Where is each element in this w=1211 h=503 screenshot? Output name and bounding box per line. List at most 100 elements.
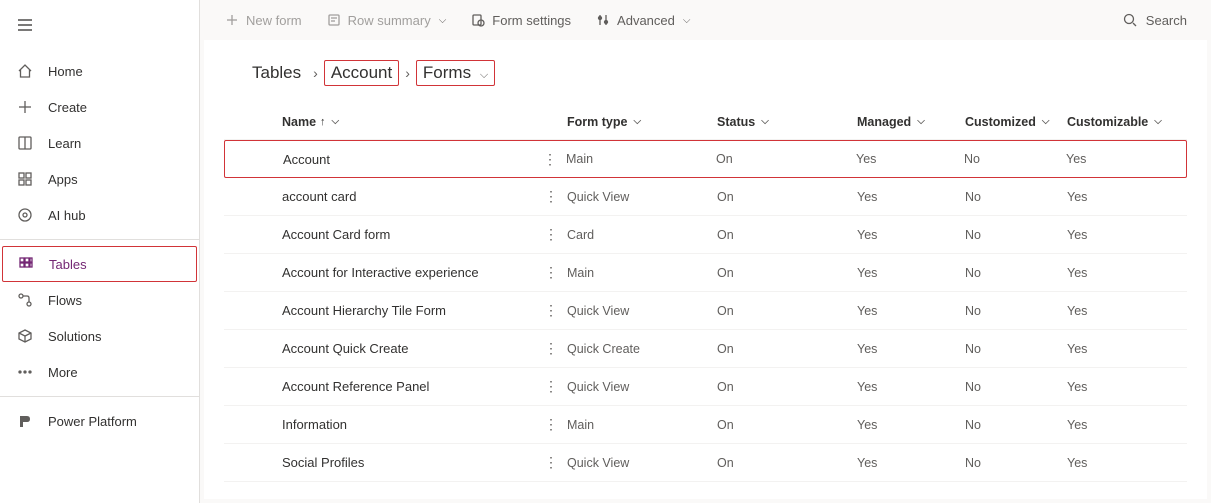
row-managed: Yes <box>857 228 965 242</box>
home-icon <box>16 62 34 80</box>
chevron-right-icon: › <box>403 65 412 81</box>
chevron-right-icon: › <box>311 65 320 81</box>
row-status: On <box>717 418 857 432</box>
chevron-down-icon: ⌵ <box>917 116 925 127</box>
sidebar-item-label: Home <box>48 64 83 79</box>
tables-icon <box>17 255 35 273</box>
table-row[interactable]: Information⋮MainOnYesNoYes <box>224 406 1187 444</box>
button-label: Row summary <box>348 13 431 28</box>
apps-icon <box>16 170 34 188</box>
column-header-formtype[interactable]: Form type ⌵ <box>567 115 717 129</box>
column-header-name[interactable]: Name ↑ ⌵ <box>282 115 535 129</box>
row-actions-button[interactable]: ⋮ <box>535 454 567 471</box>
column-header-customizable[interactable]: Customizable ⌵ <box>1067 115 1187 129</box>
column-label: Customized <box>965 115 1036 129</box>
table-row[interactable]: Account⋮MainOnYesNoYes <box>224 140 1187 178</box>
row-actions-button[interactable]: ⋮ <box>535 378 567 395</box>
sidebar-item-label: AI hub <box>48 208 86 223</box>
table-row[interactable]: account card⋮Quick ViewOnYesNoYes <box>224 178 1187 216</box>
sidebar-item-label: Tables <box>49 257 87 272</box>
table-row[interactable]: Account Card form⋮CardOnYesNoYes <box>224 216 1187 254</box>
table-row[interactable]: Account Reference Panel⋮Quick ViewOnYesN… <box>224 368 1187 406</box>
column-label: Managed <box>857 115 911 129</box>
row-status: On <box>717 342 857 356</box>
sidebar-item-home[interactable]: Home <box>0 53 199 89</box>
power-platform-icon <box>16 412 34 430</box>
breadcrumb: Tables › Account › Forms ⌵ <box>246 60 1187 86</box>
column-header-managed[interactable]: Managed ⌵ <box>857 115 965 129</box>
breadcrumb-root[interactable]: Tables <box>246 61 307 85</box>
more-icon <box>16 363 34 381</box>
row-name: Account for Interactive experience <box>282 265 535 280</box>
new-form-button[interactable]: New form <box>216 8 310 32</box>
table-row[interactable]: Social Profiles⋮Quick ViewOnYesNoYes <box>224 444 1187 482</box>
row-managed: Yes <box>857 380 965 394</box>
row-status: On <box>717 228 857 242</box>
row-customizable: Yes <box>1067 456 1187 470</box>
sidebar: Home Create Learn Apps AI hub Tables <box>0 0 200 503</box>
row-actions-button[interactable]: ⋮ <box>535 416 567 433</box>
column-label: Form type <box>567 115 627 129</box>
sidebar-item-learn[interactable]: Learn <box>0 125 199 161</box>
column-header-status[interactable]: Status ⌵ <box>717 115 857 129</box>
sidebar-item-flows[interactable]: Flows <box>0 282 199 318</box>
book-icon <box>16 134 34 152</box>
hamburger-button[interactable] <box>0 8 199 45</box>
row-status: On <box>716 152 856 166</box>
row-customized: No <box>965 380 1067 394</box>
divider <box>0 239 199 240</box>
row-actions-button[interactable]: ⋮ <box>534 151 566 168</box>
row-actions-button[interactable]: ⋮ <box>535 340 567 357</box>
table-row[interactable]: Account Hierarchy Tile Form⋮Quick ViewOn… <box>224 292 1187 330</box>
row-customizable: Yes <box>1067 418 1187 432</box>
breadcrumb-entity[interactable]: Account <box>324 60 399 86</box>
row-customizable: Yes <box>1067 266 1187 280</box>
column-header-customized[interactable]: Customized ⌵ <box>965 115 1067 129</box>
row-formtype: Quick View <box>567 456 717 470</box>
row-status: On <box>717 456 857 470</box>
table-row[interactable]: Account for Interactive experience⋮MainO… <box>224 254 1187 292</box>
sidebar-item-label: Power Platform <box>48 414 137 429</box>
toolbar: New form Row summary ⌵ Form settings Adv… <box>200 0 1211 40</box>
row-formtype: Quick View <box>567 380 717 394</box>
plus-icon <box>224 12 240 28</box>
chevron-down-icon: ⌵ <box>761 116 769 127</box>
row-summary-button[interactable]: Row summary ⌵ <box>318 8 455 32</box>
chevron-down-icon: ⌵ <box>1154 116 1162 127</box>
flows-icon <box>16 291 34 309</box>
sidebar-item-solutions[interactable]: Solutions <box>0 318 199 354</box>
chevron-down-icon: ⌵ <box>439 15 447 26</box>
row-customized: No <box>965 228 1067 242</box>
row-managed: Yes <box>857 456 965 470</box>
search-button[interactable]: Search <box>1114 8 1195 32</box>
search-label: Search <box>1146 13 1187 28</box>
sidebar-item-label: Flows <box>48 293 82 308</box>
row-customized: No <box>965 342 1067 356</box>
row-formtype: Main <box>567 266 717 280</box>
advanced-button[interactable]: Advanced ⌵ <box>587 8 698 32</box>
sidebar-item-more[interactable]: More <box>0 354 199 390</box>
sidebar-item-tables[interactable]: Tables <box>2 246 197 282</box>
row-customized: No <box>965 456 1067 470</box>
sidebar-item-powerplatform[interactable]: Power Platform <box>0 403 199 439</box>
row-formtype: Card <box>567 228 717 242</box>
row-formtype: Main <box>566 152 716 166</box>
row-name: Social Profiles <box>282 455 535 470</box>
breadcrumb-leaf[interactable]: Forms ⌵ <box>416 60 495 86</box>
sidebar-item-create[interactable]: Create <box>0 89 199 125</box>
row-actions-button[interactable]: ⋮ <box>535 264 567 281</box>
solutions-icon <box>16 327 34 345</box>
table-row[interactable]: Account Quick Create⋮Quick CreateOnYesNo… <box>224 330 1187 368</box>
row-customized: No <box>965 418 1067 432</box>
row-status: On <box>717 266 857 280</box>
main-content: New form Row summary ⌵ Form settings Adv… <box>200 0 1211 503</box>
row-actions-button[interactable]: ⋮ <box>535 188 567 205</box>
sidebar-item-aihub[interactable]: AI hub <box>0 197 199 233</box>
row-actions-button[interactable]: ⋮ <box>535 226 567 243</box>
forms-grid: Name ↑ ⌵ Form type ⌵ Status ⌵ Managed <box>224 104 1187 482</box>
sidebar-item-label: Learn <box>48 136 81 151</box>
row-customizable: Yes <box>1066 152 1186 166</box>
form-settings-button[interactable]: Form settings <box>462 8 579 32</box>
sidebar-item-apps[interactable]: Apps <box>0 161 199 197</box>
row-actions-button[interactable]: ⋮ <box>535 302 567 319</box>
